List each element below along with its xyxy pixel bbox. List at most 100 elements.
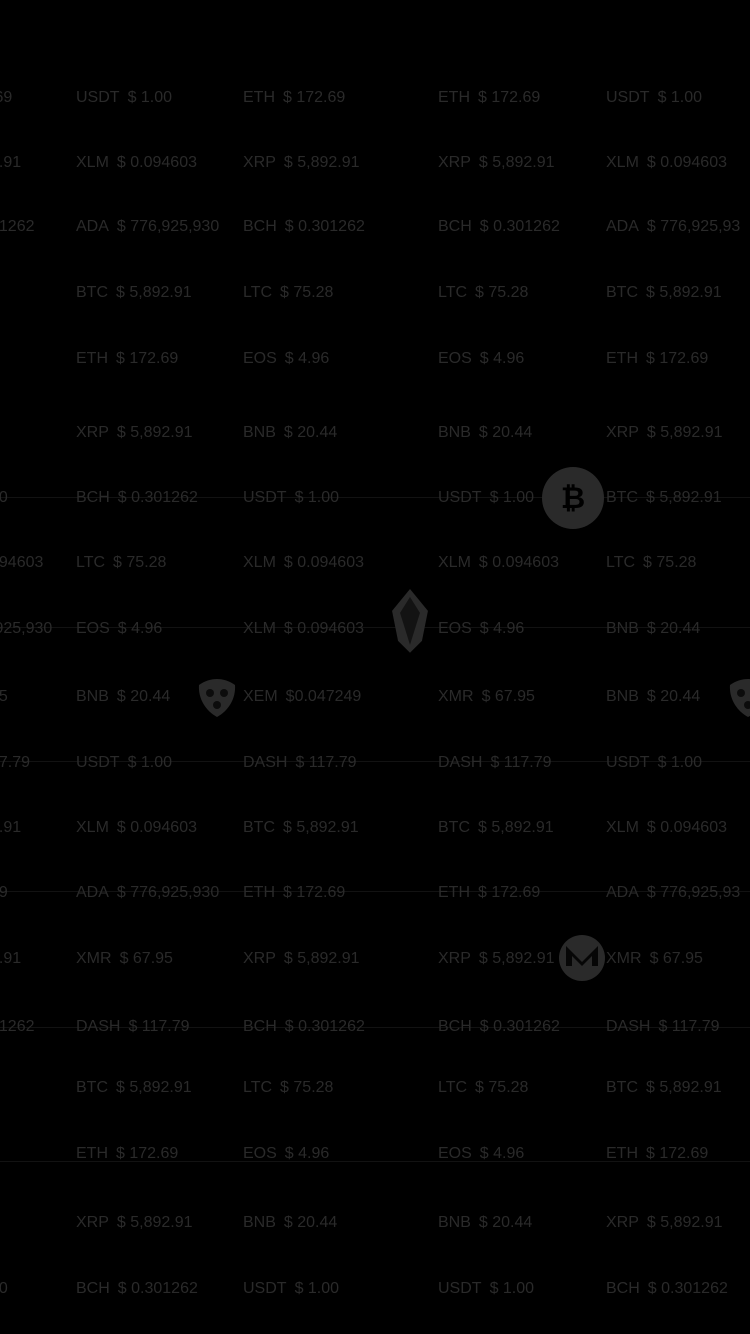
ticker-price: $ 5,892.91 — [646, 1214, 723, 1231]
ticker-cell: XLM $ 0.094603 — [606, 153, 727, 173]
ticker-symbol: DASH — [243, 754, 288, 771]
ticker-price: $ 5,892.91 — [478, 154, 555, 171]
monero-icon — [558, 934, 606, 982]
ticker-symbol: XLM — [438, 554, 471, 571]
ticker-symbol: BNB — [606, 688, 639, 705]
ticker-cell: BNB $ 20.44 — [243, 423, 337, 443]
ticker-cell: USDT $ 1.00 — [606, 88, 702, 108]
ticker-symbol: USDT — [243, 489, 287, 506]
ticker-symbol: ADA — [76, 884, 109, 901]
ticker-price: $ 172.69 — [478, 89, 541, 106]
ticker-symbol: EOS — [243, 1145, 277, 1162]
ticker-cell: 094603 — [0, 553, 43, 573]
ticker-cell: XRP $ 5,892.91 — [438, 949, 555, 969]
ticker-price: $ 776,925,930 — [116, 884, 220, 901]
ticker-price: 17.79 — [0, 754, 31, 771]
ticker-price: $ 20.44 — [116, 688, 171, 705]
bitcoin-icon: ₿ — [542, 467, 604, 529]
ticker-price: $ 4.96 — [479, 620, 525, 637]
ticker-cell: ADA $ 776,925,93 — [606, 217, 740, 237]
ticker-cell: BCH $ 0.301262 — [76, 488, 198, 508]
ticker-cell: .69 — [0, 88, 12, 108]
ticker-price: $ 20.44 — [646, 688, 701, 705]
ticker-cell: LTC $ 75.28 — [243, 283, 333, 303]
ticker-symbol: ETH — [243, 884, 275, 901]
ticker-symbol: USDT — [606, 89, 650, 106]
ticker-cell: BCH $ 0.301262 — [438, 217, 560, 237]
ticker-cell: BNB $ 20.44 — [606, 687, 700, 707]
ticker-cell: BTC $ 5,892.91 — [76, 1078, 192, 1098]
ticker-price: $ 1.00 — [657, 89, 703, 106]
ticker-price: $ 5,892.91 — [116, 284, 192, 301]
ticker-price: 00 — [0, 489, 8, 506]
ticker-cell: USDT $ 1.00 — [438, 488, 534, 508]
ticker-symbol: BCH — [438, 1018, 472, 1035]
ticker-symbol: XLM — [243, 620, 276, 637]
ticker-symbol: BTC — [243, 819, 275, 836]
ticker-cell: EOS $ 4.96 — [76, 619, 162, 639]
ticker-symbol: BTC — [438, 819, 470, 836]
ticker-cell: ETH $ 172.69 — [438, 88, 540, 108]
ticker-price: $ 0.094603 — [116, 154, 197, 171]
ticker-price: $ 67.95 — [119, 950, 173, 967]
ticker-cell: ETH $ 172.69 — [243, 883, 345, 903]
ticker-cell: EOS $ 4.96 — [243, 349, 329, 369]
ticker-price: $ 1.00 — [489, 1280, 535, 1297]
ticker-cell: XLM $ 0.094603 — [438, 553, 559, 573]
ticker-price: $ 5,892.91 — [116, 424, 193, 441]
ticker-symbol: LTC — [438, 1079, 468, 1096]
ticker-price: $ 67.95 — [481, 688, 535, 705]
ticker-price: $ 0.094603 — [646, 154, 727, 171]
ticker-price: $ 0.301262 — [117, 489, 198, 506]
ticker-symbol: BCH — [438, 218, 472, 235]
nem-icon — [196, 677, 238, 719]
ticker-symbol: XRP — [76, 1214, 109, 1231]
ticker-cell: ,925,930 — [0, 619, 52, 639]
ticker-price: $ 5,892.91 — [116, 1079, 192, 1096]
ticker-cell: 00 — [0, 488, 8, 508]
ticker-price: $ 0.094603 — [283, 554, 364, 571]
ticker-price: $ 117.79 — [658, 1018, 720, 1035]
ticker-symbol: USDT — [606, 754, 650, 771]
ticker-price: $ 5,892.91 — [283, 950, 360, 967]
ticker-cell: BTC $ 5,892.91 — [606, 283, 722, 303]
ticker-symbol: XRP — [76, 424, 109, 441]
ticker-price: $ 1.00 — [294, 1280, 340, 1297]
ticker-symbol: EOS — [243, 350, 277, 367]
ticker-price: 094603 — [0, 554, 44, 571]
ticker-price: $ 0.301262 — [117, 1280, 198, 1297]
ticker-price: $ 0.301262 — [284, 218, 365, 235]
ticker-price: $ 1.00 — [294, 489, 340, 506]
ticker-cell: XRP $ 5,892.91 — [76, 1213, 193, 1233]
ticker-symbol: LTC — [243, 1079, 273, 1096]
ticker-cell: EOS $ 4.96 — [438, 619, 524, 639]
ticker-cell: XLM $ 0.094603 — [76, 818, 197, 838]
ticker-price: $ 0.094603 — [283, 620, 364, 637]
ticker-price: $ 172.69 — [283, 884, 346, 901]
ticker-price: $ 5,892.91 — [283, 154, 360, 171]
ticker-cell: USDT $ 1.00 — [76, 753, 172, 773]
ticker-cell: EOS $ 4.96 — [438, 1144, 524, 1164]
ticker-cell: 69 — [0, 883, 8, 903]
ticker-price: $ 172.69 — [116, 1145, 179, 1162]
ticker-cell: 01262 — [0, 217, 35, 237]
ticker-cell: BCH $ 0.301262 — [606, 1279, 728, 1299]
ticker-symbol: USDT — [243, 1280, 287, 1297]
ticker-symbol: DASH — [76, 1018, 121, 1035]
ticker-symbol: XRP — [243, 950, 276, 967]
ticker-price: $ 172.69 — [116, 350, 179, 367]
ticker-symbol: XLM — [76, 154, 109, 171]
ticker-cell: EOS $ 4.96 — [243, 1144, 329, 1164]
ticker-cell: ETH $ 172.69 — [438, 883, 540, 903]
ticker-price: 00 — [0, 1280, 8, 1297]
ticker-price: $ 75.28 — [280, 1079, 334, 1096]
ticker-cell: XRP $ 5,892.91 — [243, 153, 360, 173]
ticker-price: $ 75.28 — [280, 284, 334, 301]
ticker-symbol: XRP — [438, 154, 471, 171]
svg-text:₿: ₿ — [561, 481, 585, 516]
ticker-cell: 2.91 — [0, 818, 21, 838]
ticker-price: 01262 — [0, 1018, 35, 1035]
ticker-price: $ 4.96 — [479, 1145, 525, 1162]
ticker-symbol: XLM — [606, 154, 639, 171]
ticker-price: $ 20.44 — [283, 424, 338, 441]
